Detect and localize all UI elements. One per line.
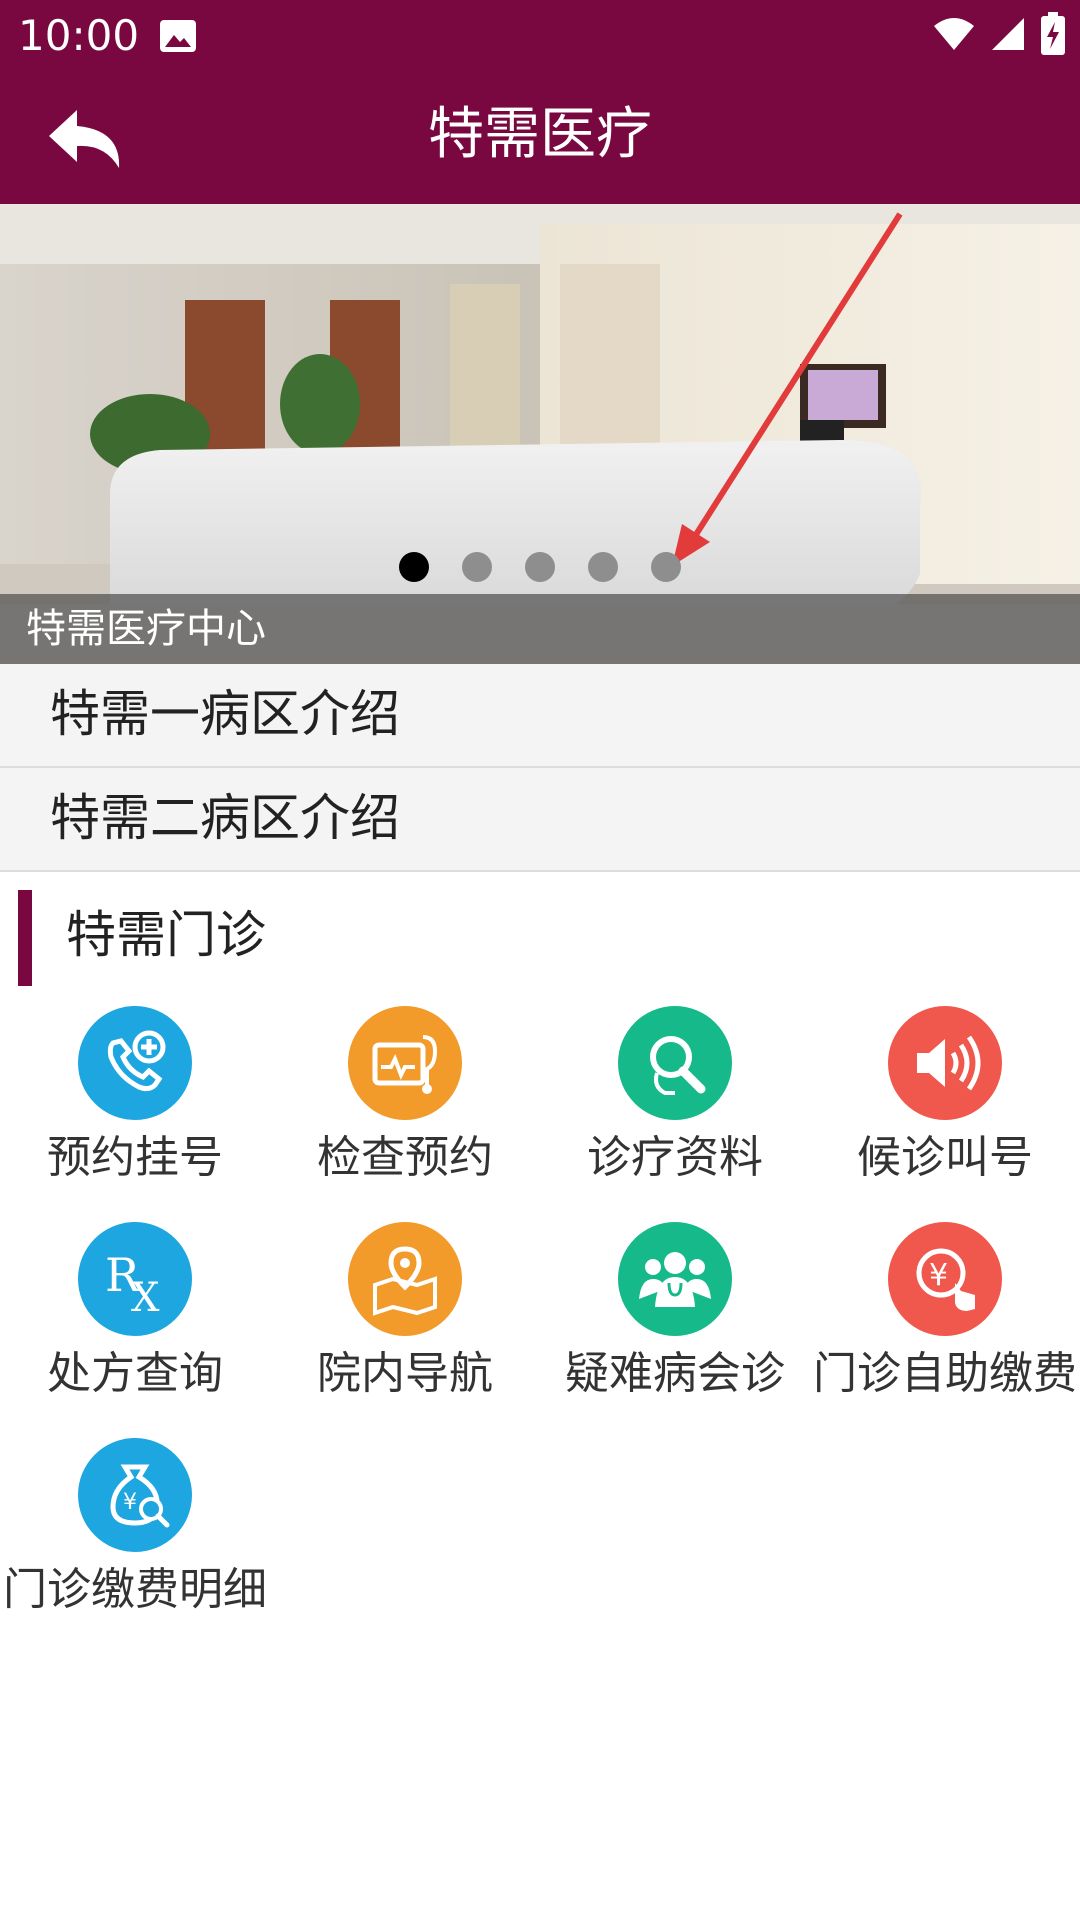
- carousel-dot[interactable]: [462, 552, 492, 582]
- money-bag-search-icon: ¥: [78, 1438, 192, 1552]
- queue-call-button[interactable]: 候诊叫号: [810, 1006, 1080, 1206]
- menu-item-ward-1[interactable]: 特需一病区介绍: [0, 664, 1080, 768]
- grid-item-label: 候诊叫号: [857, 1132, 1033, 1183]
- menu-item-label: 特需二病区介绍: [50, 789, 400, 847]
- grid-item-label: 诊疗资料: [587, 1132, 763, 1183]
- section-title: 特需门诊: [66, 906, 266, 964]
- banner-caption: 特需医疗中心: [26, 606, 266, 652]
- section-accent-bar: [18, 890, 32, 986]
- page-title: 特需医疗: [428, 102, 652, 167]
- speaker-icon: [888, 1006, 1002, 1120]
- carousel-dots: [0, 552, 1080, 588]
- doctors-group-icon: [618, 1222, 732, 1336]
- medical-records-button[interactable]: 诊疗资料: [540, 1006, 810, 1206]
- payment-details-button[interactable]: ¥ 门诊缴费明细: [0, 1438, 270, 1638]
- appointment-registration-button[interactable]: 预约挂号: [0, 1006, 270, 1206]
- phone-plus-icon: [78, 1006, 192, 1120]
- grid-item-label: 院内导航: [317, 1348, 493, 1399]
- signal-icon: [990, 16, 1026, 56]
- hospital-navigation-button[interactable]: 院内导航: [270, 1222, 540, 1422]
- grid-item-label: 门诊缴费明细: [3, 1564, 267, 1615]
- rx-icon: R X: [78, 1222, 192, 1336]
- difficult-case-consultation-button[interactable]: 疑难病会诊: [540, 1222, 810, 1422]
- battery-icon: [1040, 12, 1066, 60]
- yuan-touch-icon: ¥: [888, 1222, 1002, 1336]
- carousel-dot[interactable]: [525, 552, 555, 582]
- magnifier-report-icon: [618, 1006, 732, 1120]
- prescription-query-button[interactable]: R X 处方查询: [0, 1222, 270, 1422]
- image-notification-icon: [158, 16, 198, 56]
- menu-item-ward-2[interactable]: 特需二病区介绍: [0, 768, 1080, 872]
- carousel-dot[interactable]: [588, 552, 618, 582]
- top-app-bar: 10:00 特需医疗: [0, 0, 1080, 204]
- exam-appointment-button[interactable]: 检查预约: [270, 1006, 540, 1206]
- grid-item-label: 处方查询: [47, 1348, 223, 1399]
- map-pin-icon: [348, 1222, 462, 1336]
- carousel-dot[interactable]: [651, 552, 681, 582]
- outpatient-self-payment-button[interactable]: ¥ 门诊自助缴费: [810, 1222, 1080, 1422]
- status-icons: [932, 12, 1066, 60]
- svg-text:X: X: [131, 1275, 160, 1319]
- menu-item-label: 特需一病区介绍: [50, 685, 400, 743]
- status-time: 10:00: [18, 11, 140, 60]
- stethoscope-monitor-icon: [348, 1006, 462, 1120]
- svg-text:¥: ¥: [123, 1490, 137, 1515]
- carousel-dot[interactable]: [399, 552, 429, 582]
- grid-item-label: 疑难病会诊: [565, 1348, 785, 1399]
- svg-text:¥: ¥: [929, 1258, 948, 1293]
- grid-item-label: 预约挂号: [47, 1132, 223, 1183]
- grid-item-label: 门诊自助缴费: [813, 1348, 1077, 1399]
- wifi-icon: [932, 16, 976, 56]
- grid-item-label: 检查预约: [317, 1132, 493, 1183]
